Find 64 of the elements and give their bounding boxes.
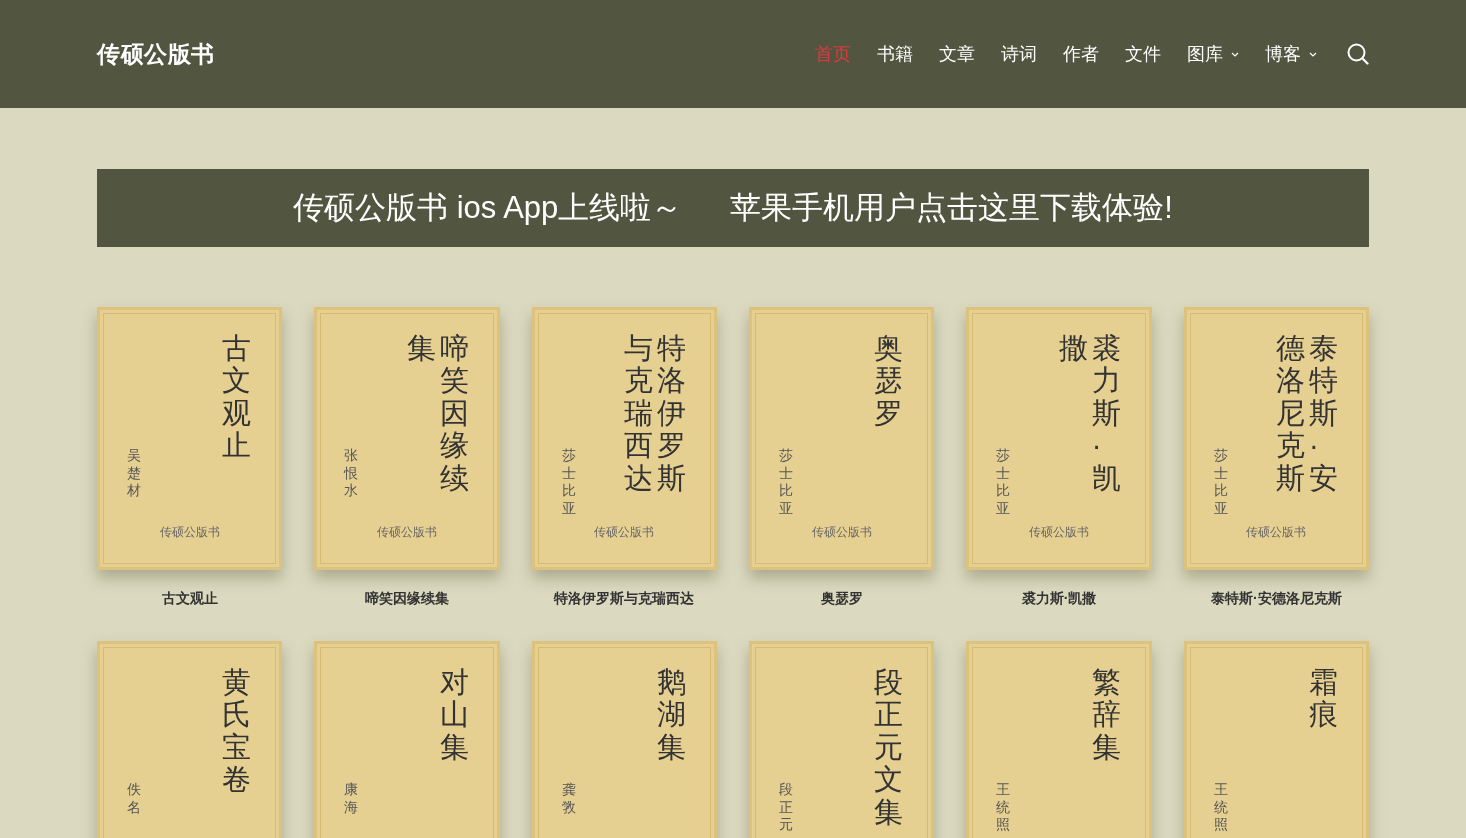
cover-title: 与克瑞西达 — [624, 332, 653, 495]
book-title-link[interactable]: 奥瑟罗 — [820, 588, 863, 609]
book-cover[interactable]: 吴楚材 古文观止 传硕公版书 — [97, 307, 283, 570]
nav-link[interactable]: 书籍 — [877, 40, 913, 68]
cover-author: 段正元 — [779, 781, 793, 834]
book-cover[interactable]: 张恨水 集 啼笑因缘续 传硕公版书 — [314, 307, 500, 570]
cover-author: 莎士比亚 — [996, 447, 1011, 517]
cover-author: 佚名 — [127, 781, 141, 816]
cover-author: 吴楚材 — [127, 447, 141, 500]
cover-title: 集 — [406, 332, 436, 366]
cover-publisher: 传硕公版书 — [158, 524, 221, 541]
cover-title: 繁辞集 — [1091, 666, 1121, 764]
cover-author: 康海 — [344, 781, 359, 816]
book-cover[interactable]: 莎士比亚 奥瑟罗 传硕公版书 — [749, 307, 935, 570]
cover-title: 德洛尼克斯 — [1276, 332, 1305, 495]
cover-title: 段正元文集 — [874, 666, 904, 829]
nav-link[interactable]: 博客 — [1265, 40, 1317, 68]
cover-title: 撒 — [1058, 332, 1088, 366]
book-cover[interactable]: 莎士比亚 与克瑞西达 特洛伊罗斯 传硕公版书 — [531, 307, 717, 570]
cover-title: 霜痕 — [1309, 666, 1338, 731]
book-cover[interactable]: 佚名 黄氏宝卷 — [97, 641, 283, 838]
book-cover[interactable]: 龚敩 鹅湖集 — [531, 641, 717, 838]
cover-publisher: 传硕公版书 — [810, 524, 873, 541]
book-title-link[interactable]: 啼笑因缘续集 — [365, 588, 449, 609]
book-cover[interactable]: 莎士比亚 德洛尼克斯 泰特斯·安 传硕公版书 — [1183, 307, 1369, 570]
book-cover[interactable]: 段正元 段正元文集 — [749, 641, 935, 838]
cover-author: 张恨水 — [344, 447, 359, 500]
cover-title: 对山集 — [439, 666, 469, 764]
cover-author: 王统照 — [996, 781, 1011, 834]
banner-text: 苹果手机用户点击这里下载体验! — [730, 188, 1173, 227]
cover-title: 鹅湖集 — [657, 666, 686, 764]
cover-title: 啼笑因缘续 — [439, 332, 469, 495]
cover-author: 龚敩 — [561, 781, 576, 816]
banner-text: 传硕公版书 ios App上线啦～ — [293, 188, 683, 227]
book-cover[interactable]: 王统照 霜痕 — [1183, 641, 1369, 838]
book-title-link[interactable]: 特洛伊罗斯与克瑞西达 — [554, 588, 695, 609]
nav-link[interactable]: 文件 — [1125, 40, 1161, 68]
cover-publisher: 传硕公版书 — [593, 524, 656, 541]
cover-title: 裘力斯·凯 — [1091, 332, 1121, 495]
cover-author: 王统照 — [1213, 781, 1228, 834]
book-cover[interactable]: 康海 对山集 — [314, 641, 500, 838]
cover-publisher: 传硕公版书 — [1028, 524, 1090, 541]
cover-title: 黄氏宝卷 — [222, 666, 252, 796]
cover-author: 莎士比亚 — [779, 447, 793, 517]
nav-link[interactable]: 图库 — [1187, 40, 1239, 68]
site-logo[interactable]: 传硕公版书 — [97, 36, 215, 72]
book-cover[interactable]: 王统照 繁辞集 — [966, 641, 1152, 838]
app-download-banner[interactable]: 传硕公版书 ios App上线啦～ 苹果手机用户点击这里下载体验! — [97, 169, 1369, 247]
cover-author: 莎士比亚 — [1213, 447, 1228, 517]
book-cover[interactable]: 莎士比亚 撒 裘力斯·凯 传硕公版书 — [966, 307, 1152, 570]
cover-title: 古文观止 — [222, 332, 252, 462]
book-title-link[interactable]: 泰特斯·安德洛尼克斯 — [1211, 588, 1342, 609]
cover-title: 特洛伊罗斯 — [657, 332, 686, 495]
nav-link[interactable]: 文章 — [939, 40, 975, 68]
cover-title: 奥瑟罗 — [874, 332, 904, 430]
book-title-link[interactable]: 古文观止 — [161, 588, 218, 609]
cover-author: 莎士比亚 — [561, 447, 576, 517]
cover-title: 泰特斯·安 — [1309, 332, 1338, 495]
cover-publisher: 传硕公版书 — [1245, 524, 1308, 541]
cover-publisher: 传硕公版书 — [376, 524, 438, 541]
nav-link[interactable]: 诗词 — [1001, 40, 1037, 68]
nav-link[interactable]: 作者 — [1063, 40, 1099, 68]
book-title-link[interactable]: 裘力斯·凯撒 — [1021, 588, 1097, 609]
search-icon[interactable] — [1347, 43, 1369, 65]
